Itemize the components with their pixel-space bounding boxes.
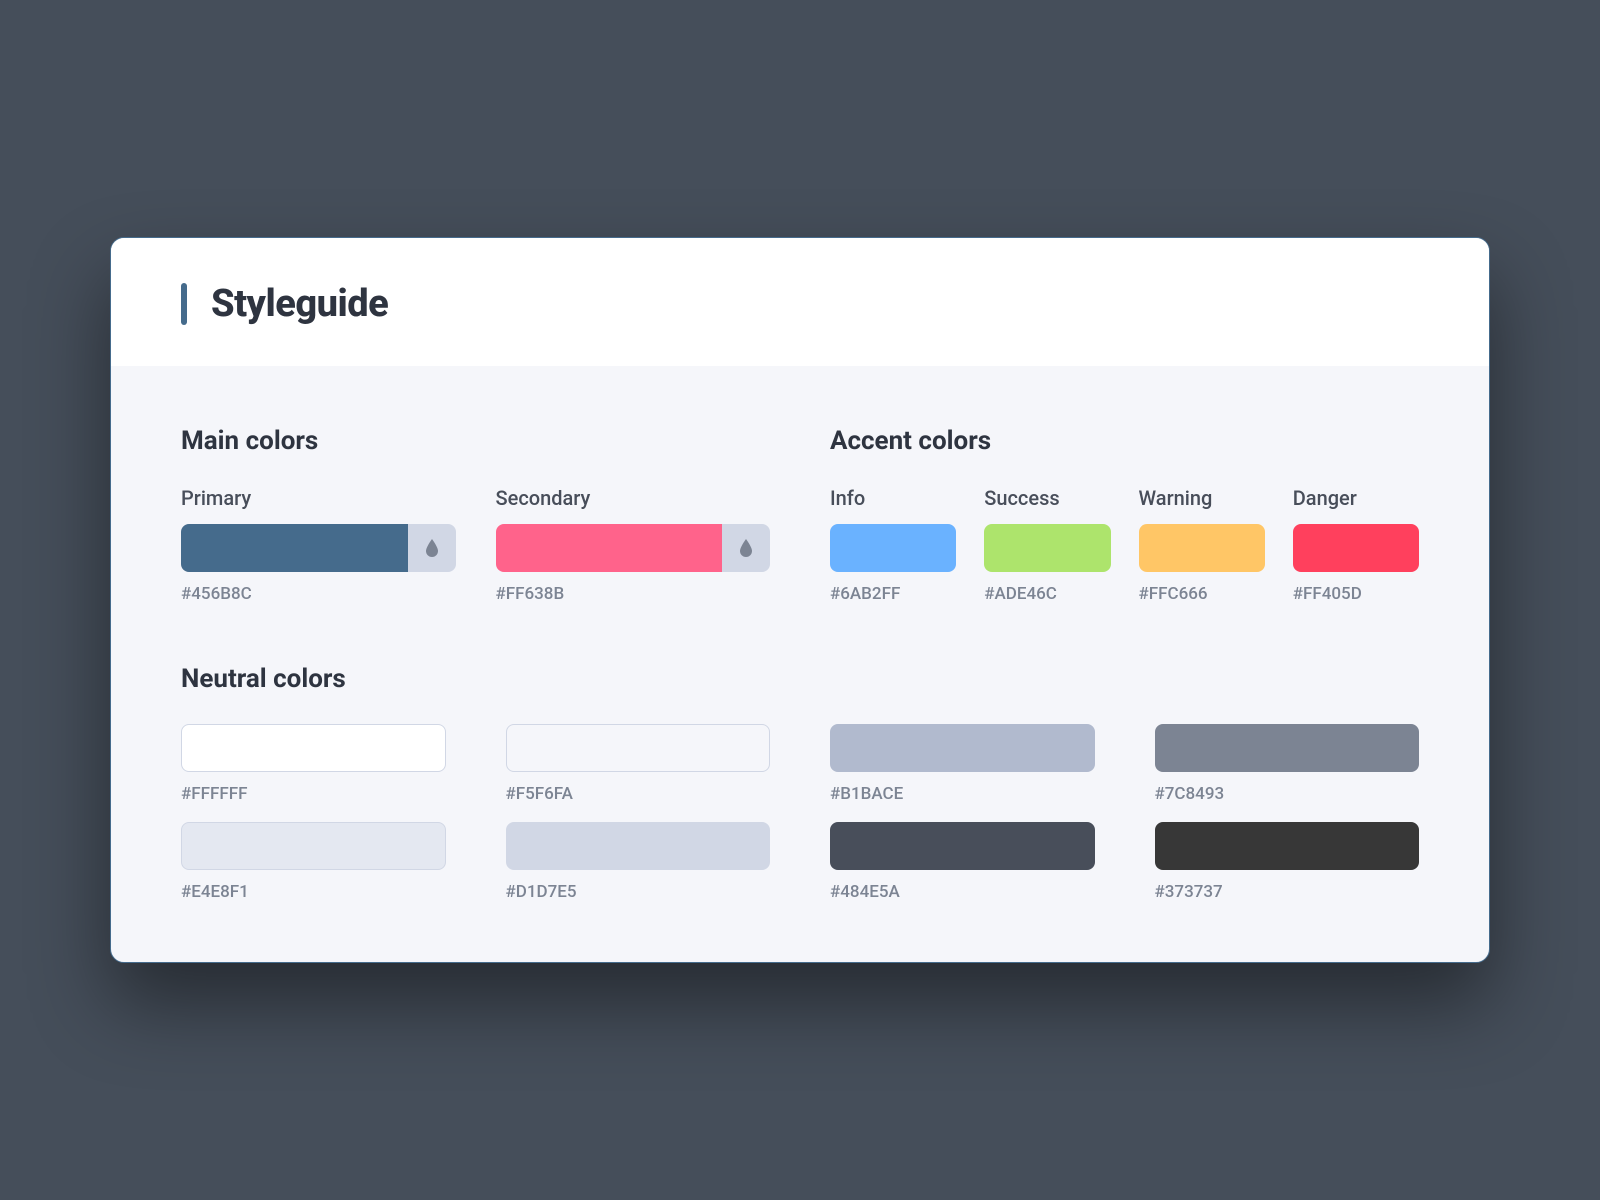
color-swatch[interactable] xyxy=(181,822,446,870)
accent-colors-row: Info #6AB2FF Success #ADE46C Warning #FF… xyxy=(830,486,1419,604)
main-color-secondary: Secondary #FF638B xyxy=(496,486,771,604)
neutral-color-item: #E4E8F1 xyxy=(181,822,446,902)
color-hex: #ADE46C xyxy=(984,584,1110,604)
eyedropper-button[interactable] xyxy=(408,524,456,572)
card-header: Styleguide xyxy=(111,238,1489,366)
main-color-primary: Primary #456B8C xyxy=(181,486,456,604)
card-body: Main colors Primary #456B8C xyxy=(111,366,1489,962)
header-accent-bar xyxy=(181,283,187,325)
neutral-colors-grid: #FFFFFF #F5F6FA #B1BACE #7C8493 #E4E8F1 xyxy=(181,724,1419,902)
color-hex: #FFC666 xyxy=(1139,584,1265,604)
styleguide-card: Styleguide Main colors Primary xyxy=(110,237,1490,963)
neutral-colors-section: Neutral colors #FFFFFF #F5F6FA #B1BACE #… xyxy=(181,664,1419,902)
color-swatch[interactable] xyxy=(1155,724,1420,772)
color-swatch[interactable] xyxy=(830,822,1095,870)
neutral-color-item: #F5F6FA xyxy=(506,724,771,804)
accent-colors-section: Accent colors Info #6AB2FF Success #ADE4… xyxy=(830,426,1419,604)
color-hex: #FF638B xyxy=(496,584,771,604)
color-swatch-wrap xyxy=(496,524,771,572)
neutral-color-item: #484E5A xyxy=(830,822,1095,902)
color-label: Warning xyxy=(1139,486,1265,510)
main-colors-title: Main colors xyxy=(181,426,770,456)
color-hex: #7C8493 xyxy=(1155,784,1420,804)
neutral-colors-title: Neutral colors xyxy=(181,664,1419,694)
neutral-color-item: #B1BACE xyxy=(830,724,1095,804)
color-hex: #FF405D xyxy=(1293,584,1419,604)
top-row: Main colors Primary #456B8C xyxy=(181,426,1419,604)
neutral-color-item: #FFFFFF xyxy=(181,724,446,804)
color-swatch[interactable] xyxy=(506,724,771,772)
color-hex: #484E5A xyxy=(830,882,1095,902)
main-colors-section: Main colors Primary #456B8C xyxy=(181,426,770,604)
neutral-color-item: #373737 xyxy=(1155,822,1420,902)
accent-color-danger: Danger #FF405D xyxy=(1293,486,1419,604)
color-swatch[interactable] xyxy=(181,524,408,572)
color-hex: #B1BACE xyxy=(830,784,1095,804)
drop-icon xyxy=(424,538,440,558)
color-swatch[interactable] xyxy=(984,524,1110,572)
color-swatch[interactable] xyxy=(830,524,956,572)
color-swatch[interactable] xyxy=(830,724,1095,772)
color-swatch[interactable] xyxy=(506,822,771,870)
color-hex: #FFFFFF xyxy=(181,784,446,804)
neutral-color-item: #D1D7E5 xyxy=(506,822,771,902)
neutral-color-item: #7C8493 xyxy=(1155,724,1420,804)
color-swatch[interactable] xyxy=(1155,822,1420,870)
eyedropper-button[interactable] xyxy=(722,524,770,572)
color-swatch[interactable] xyxy=(496,524,723,572)
color-label: Danger xyxy=(1293,486,1419,510)
color-hex: #456B8C xyxy=(181,584,456,604)
color-swatch[interactable] xyxy=(181,724,446,772)
drop-icon xyxy=(738,538,754,558)
color-swatch-wrap xyxy=(181,524,456,572)
color-hex: #6AB2FF xyxy=(830,584,956,604)
color-label: Success xyxy=(984,486,1110,510)
page-title: Styleguide xyxy=(211,282,388,326)
main-colors-row: Primary #456B8C Secondary xyxy=(181,486,770,604)
color-hex: #E4E8F1 xyxy=(181,882,446,902)
color-swatch[interactable] xyxy=(1293,524,1419,572)
color-label: Secondary xyxy=(496,486,771,510)
color-label: Primary xyxy=(181,486,456,510)
color-swatch[interactable] xyxy=(1139,524,1265,572)
accent-color-success: Success #ADE46C xyxy=(984,486,1110,604)
accent-color-warning: Warning #FFC666 xyxy=(1139,486,1265,604)
color-hex: #D1D7E5 xyxy=(506,882,771,902)
color-label: Info xyxy=(830,486,956,510)
accent-color-info: Info #6AB2FF xyxy=(830,486,956,604)
accent-colors-title: Accent colors xyxy=(830,426,1419,456)
color-hex: #373737 xyxy=(1155,882,1420,902)
color-hex: #F5F6FA xyxy=(506,784,771,804)
